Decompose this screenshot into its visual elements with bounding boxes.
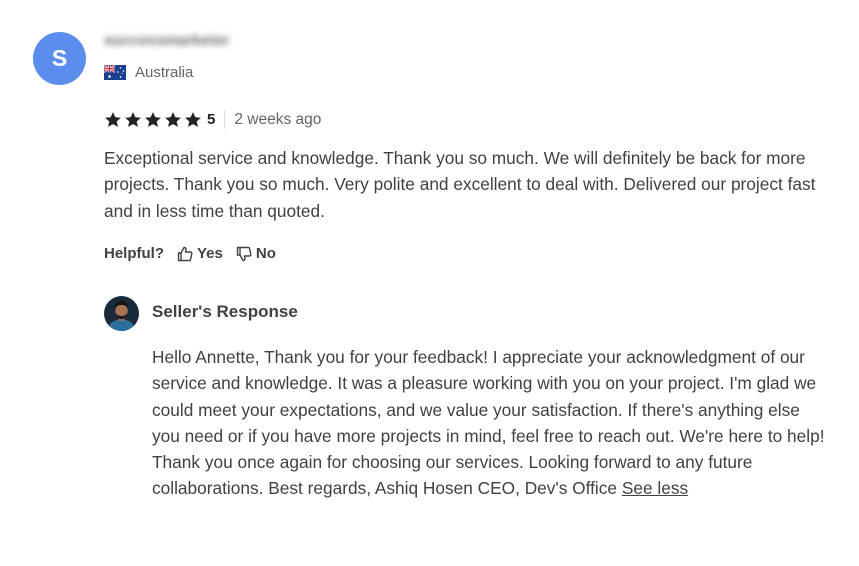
seller-response-body: Hello Annette, Thank you for your feedba…	[152, 347, 825, 499]
reviewer-username[interactable]: successmarketer	[104, 32, 230, 49]
country-name: Australia	[135, 64, 194, 81]
star-icon	[185, 111, 201, 127]
thumbs-up-icon	[177, 246, 193, 261]
reviewer-initial: S	[51, 45, 68, 71]
seller-response-title: Seller's Response	[152, 302, 298, 321]
australia-flag-icon	[104, 65, 126, 80]
seller-response-text: Hello Annette, Thank you for your feedba…	[152, 344, 832, 502]
thumbs-down-icon	[236, 246, 252, 261]
seller-avatar	[104, 296, 139, 331]
seller-photo	[104, 296, 139, 331]
reviewer-country: Australia	[104, 64, 193, 81]
reviewer-avatar: S	[33, 32, 86, 85]
review-text: Exceptional service and knowledge. Thank…	[104, 148, 816, 221]
star-icon	[165, 111, 181, 127]
star-icon	[145, 111, 161, 127]
star-icon	[125, 111, 141, 127]
rating-row: 5 2 weeks ago	[104, 110, 321, 129]
divider	[224, 110, 226, 129]
helpful-row: Helpful? Yes No	[104, 245, 276, 262]
star-icon	[105, 111, 121, 127]
helpful-label: Helpful?	[104, 245, 164, 262]
star-rating	[104, 111, 202, 129]
helpful-yes-label: Yes	[197, 245, 223, 262]
helpful-no-button[interactable]: No	[236, 245, 276, 262]
see-less-link[interactable]: See less	[622, 478, 688, 498]
review-time: 2 weeks ago	[234, 110, 322, 128]
helpful-yes-button[interactable]: Yes	[177, 245, 223, 262]
helpful-no-label: No	[255, 245, 276, 262]
rating-score: 5	[207, 111, 216, 128]
